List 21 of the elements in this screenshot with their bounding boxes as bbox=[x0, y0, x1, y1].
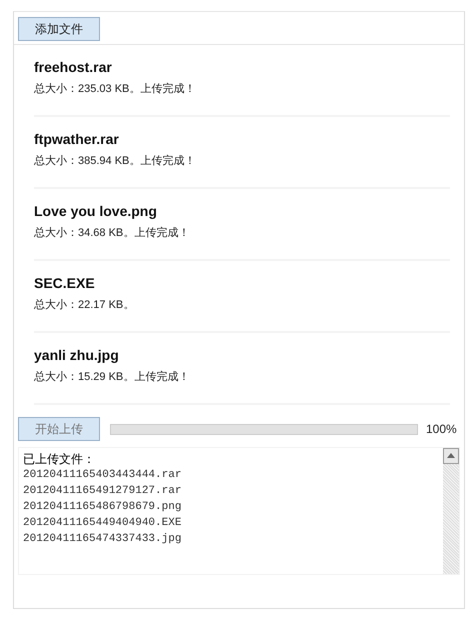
file-name: yanli zhu.jpg bbox=[34, 347, 120, 365]
log-title: 已上传文件： bbox=[23, 452, 96, 467]
file-name: freehost.rar bbox=[34, 59, 113, 77]
file-status: 总大小：34.68 KB。上传完成！ bbox=[34, 226, 190, 240]
scroll-up-icon[interactable] bbox=[443, 448, 459, 464]
log-line: 20120411165486798679.png bbox=[23, 500, 182, 515]
log-line: 20120411165491279127.rar bbox=[23, 484, 182, 499]
log-line: 20120411165449404940.EXE bbox=[23, 516, 182, 531]
file-name: Love you love.png bbox=[34, 203, 158, 221]
log-line: 20120411165403443444.rar bbox=[23, 468, 182, 483]
log-line: 20120411165474337433.jpg bbox=[23, 532, 182, 547]
file-status: 总大小：235.03 KB。上传完成！ bbox=[34, 82, 196, 96]
scrollbar[interactable] bbox=[443, 448, 459, 574]
file-name: ftpwather.rar bbox=[34, 131, 120, 149]
file-status: 总大小：15.29 KB。上传完成！ bbox=[34, 370, 190, 384]
file-name: SEC.EXE bbox=[34, 275, 96, 293]
file-status: 总大小：22.17 KB。 bbox=[34, 298, 136, 312]
uploaded-files-log[interactable]: 已上传文件： 20120411165403443444.rar 20120411165491279127.rar 20120411165486798679.png 20120411165449404940.EXE 20120411165474337433.jpg bbox=[18, 447, 460, 575]
file-status: 总大小：385.94 KB。上传完成！ bbox=[34, 154, 196, 168]
progress-percent: 100% bbox=[426, 422, 458, 436]
add-files-button[interactable]: 添加文件 bbox=[18, 17, 100, 41]
